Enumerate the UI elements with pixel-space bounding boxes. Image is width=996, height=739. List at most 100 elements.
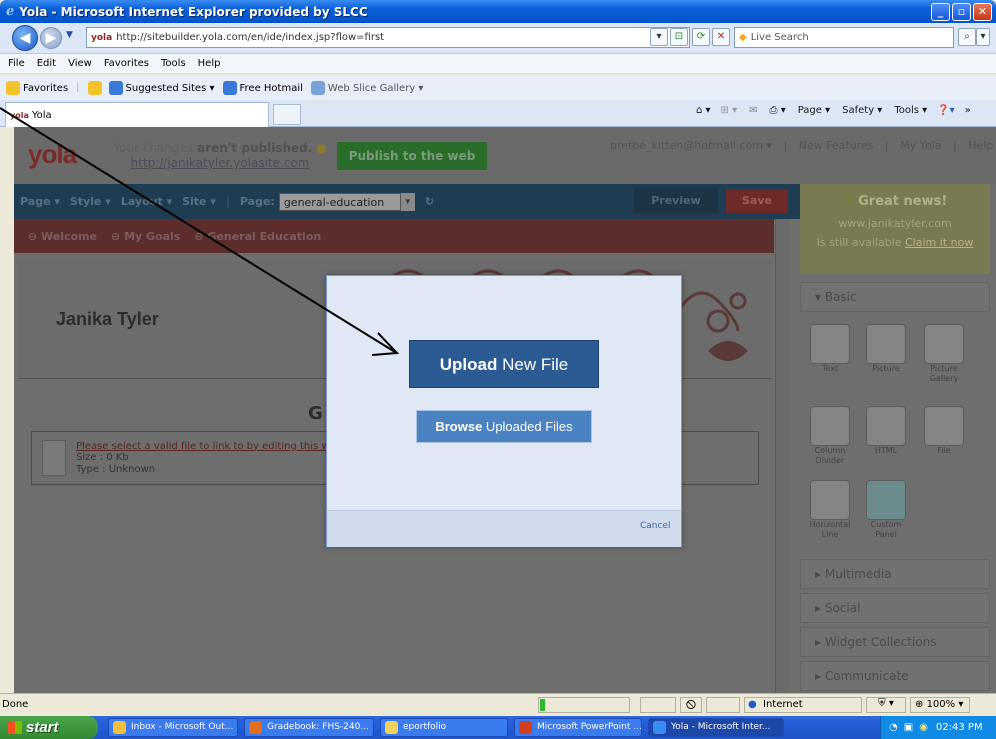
add-favorite-icon[interactable]: [87, 80, 102, 95]
web-slice-gallery-link[interactable]: Web Slice Gallery ▾: [310, 80, 423, 95]
compatibility-icon[interactable]: ⊡: [670, 28, 688, 46]
page-menu-yola[interactable]: Page ▾: [20, 195, 60, 208]
section-multimedia[interactable]: ▸ Multimedia: [800, 559, 990, 589]
maximize-button[interactable]: ▫: [952, 2, 971, 21]
cancel-link[interactable]: Cancel: [640, 521, 671, 531]
site-url-link[interactable]: http://janikatyler.yolasite.com: [131, 156, 310, 170]
file-widget-icon: [924, 406, 964, 446]
taskbar-item-powerpoint[interactable]: Microsoft PowerPoint ...: [514, 718, 642, 737]
preview-button[interactable]: Preview: [634, 189, 718, 213]
help-link[interactable]: Help ▾: [968, 139, 996, 152]
suggested-sites-link[interactable]: Suggested Sites ▾: [108, 80, 215, 95]
search-input[interactable]: ◆ Live Search: [734, 27, 954, 48]
stop-icon[interactable]: ✕: [712, 28, 730, 46]
save-button[interactable]: Save: [726, 189, 788, 213]
dialog-footer: [327, 510, 681, 547]
url-dropdown-icon[interactable]: ▾: [650, 28, 668, 46]
my-yola-link[interactable]: My Yola: [900, 139, 941, 152]
menu-favorites[interactable]: Favorites: [104, 58, 149, 69]
zoom-level[interactable]: ⊕ 100% ▾: [910, 697, 970, 713]
menu-tools[interactable]: Tools: [161, 58, 186, 69]
section-widget-collections[interactable]: ▸ Widget Collections: [800, 627, 990, 657]
section-communicate[interactable]: ▸ Communicate: [800, 661, 990, 691]
widget-file[interactable]: File: [924, 406, 970, 456]
security-zone[interactable]: ● Internet: [744, 697, 862, 713]
tools-menu[interactable]: Tools ▾: [894, 105, 927, 116]
home-icon[interactable]: ⌂ ▾: [696, 105, 711, 116]
yola-logo[interactable]: yola: [28, 139, 77, 170]
privacy-icon[interactable]: 🛇: [680, 697, 702, 713]
file-type: Type : Unknown: [76, 463, 156, 475]
widget-text[interactable]: Text: [810, 324, 856, 374]
window-title-bar[interactable]: ℯ Yola - Microsoft Internet Explorer pro…: [0, 0, 996, 23]
tab-yola[interactable]: yola Yola: [5, 102, 269, 127]
protected-mode-icon[interactable]: ⛨ ▾: [866, 697, 906, 713]
menu-edit[interactable]: Edit: [37, 58, 56, 69]
picture-widget-icon: [866, 324, 906, 364]
address-input[interactable]: yola http://sitebuilder.yola.com/en/ide/…: [86, 27, 690, 48]
history-dropdown-icon[interactable]: ▼: [66, 30, 73, 40]
widget-column-divider[interactable]: Column Divider: [810, 406, 856, 466]
file-icon: [42, 440, 66, 476]
widget-picture-gallery[interactable]: Picture Gallery: [924, 324, 970, 384]
taskbar-item-inbox[interactable]: Inbox - Microsoft Out...: [108, 718, 238, 737]
refresh-page-icon[interactable]: ↻: [425, 195, 434, 208]
page-select[interactable]: general-education: [278, 192, 401, 211]
widget-html[interactable]: HTML: [866, 406, 912, 456]
file-dialog: Upload New File Browse Uploaded Files Ca…: [326, 275, 682, 547]
search-button[interactable]: ⌕: [958, 28, 976, 46]
widget-picture[interactable]: Picture: [866, 324, 912, 374]
nav-item-my-goals[interactable]: ⊖ My Goals: [111, 230, 180, 243]
page-select-dropdown-icon[interactable]: ▾: [400, 192, 415, 211]
nav-item-welcome[interactable]: ⊖ Welcome: [28, 230, 97, 243]
page-menu[interactable]: Page ▾: [798, 105, 830, 116]
tray-security-icon[interactable]: ▣: [904, 722, 913, 733]
site-menu[interactable]: Site ▾: [182, 195, 216, 208]
checkmark-icon: ✔: [842, 194, 854, 209]
chevron-icon[interactable]: »: [965, 105, 971, 116]
browse-uploaded-files-button[interactable]: Browse Uploaded Files: [416, 410, 592, 443]
file-link[interactable]: Please select a valid file to link to by…: [76, 441, 345, 452]
layout-menu[interactable]: Layout ▾: [121, 195, 172, 208]
publish-button[interactable]: Publish to the web: [337, 142, 487, 170]
back-button[interactable]: ◀: [12, 25, 38, 51]
menu-file[interactable]: File: [8, 58, 25, 69]
close-button[interactable]: ✕: [973, 2, 992, 21]
free-hotmail-link[interactable]: Free Hotmail: [222, 80, 303, 95]
safety-menu[interactable]: Safety ▾: [842, 105, 882, 116]
user-email[interactable]: pretbe_kitten@hotmail.com ▾: [610, 139, 772, 152]
outlook-icon: [113, 721, 126, 734]
gallery-widget-icon: [924, 324, 964, 364]
tray-update-icon[interactable]: ◉: [919, 722, 928, 733]
menu-help[interactable]: Help: [198, 58, 221, 69]
section-basic[interactable]: ▾ Basic: [800, 282, 990, 312]
refresh-icon[interactable]: ⟳: [692, 28, 710, 46]
widget-panel: ✔ Great news! www.janikatyler.com Is sti…: [800, 184, 996, 693]
widget-custom-panel[interactable]: Custom Panel: [866, 480, 912, 540]
style-menu[interactable]: Style ▾: [70, 195, 111, 208]
print-icon[interactable]: ⎙ ▾: [770, 105, 786, 116]
menu-view[interactable]: View: [68, 58, 92, 69]
site-title[interactable]: Janika Tyler: [56, 309, 159, 330]
widget-horizontal-line[interactable]: Horizontal Line: [810, 480, 856, 540]
help-icon[interactable]: ❓▾: [937, 105, 954, 116]
section-social[interactable]: ▸ Social: [800, 593, 990, 623]
taskbar-item-gradebook[interactable]: Gradebook: FHS-240...: [244, 718, 374, 737]
forward-button[interactable]: ▶: [40, 27, 62, 49]
search-options-icon[interactable]: ▾: [976, 28, 990, 46]
taskbar-item-yola[interactable]: Yola - Microsoft Inter...: [648, 718, 784, 737]
start-button[interactable]: start: [0, 716, 98, 739]
feeds-icon[interactable]: ⊞ ▾: [721, 105, 738, 116]
nav-item-general-education[interactable]: ⊖ General Education: [194, 230, 321, 243]
tray-network-icon[interactable]: ◔: [889, 722, 898, 733]
canvas-scrollbar[interactable]: [775, 219, 789, 693]
mail-icon[interactable]: ✉: [749, 105, 757, 116]
minimize-button[interactable]: _: [931, 2, 950, 21]
favorites-button[interactable]: Favorites: [6, 80, 68, 95]
upload-new-file-button[interactable]: Upload New File: [409, 340, 599, 388]
new-tab-button[interactable]: [273, 104, 301, 125]
taskbar-item-eportfolio[interactable]: eportfolio: [380, 718, 508, 737]
claim-link[interactable]: Claim it now: [905, 236, 973, 249]
new-features-link[interactable]: New Features: [799, 139, 874, 152]
star-icon: [6, 80, 20, 95]
